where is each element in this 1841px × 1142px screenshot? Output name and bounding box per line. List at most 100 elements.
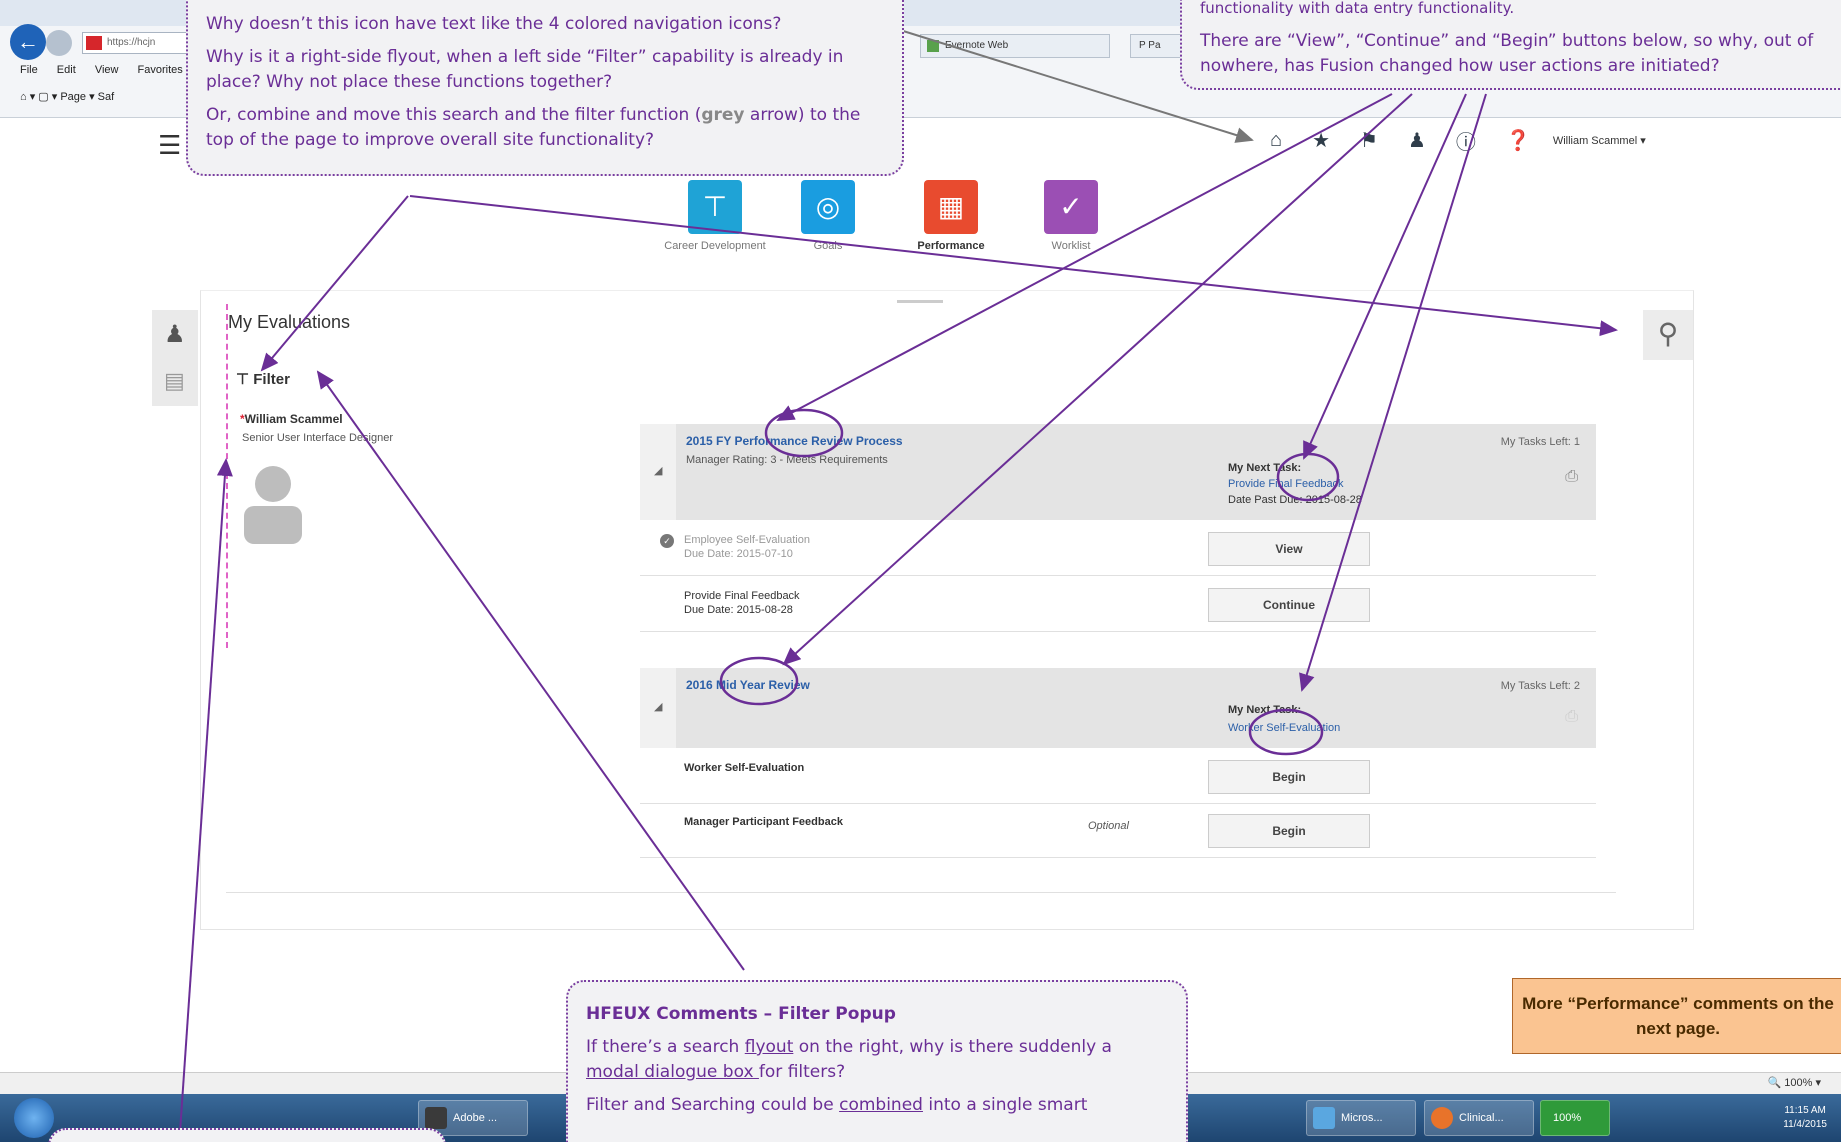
person-icon[interactable]: ♟ [1408, 128, 1426, 153]
forward-button[interactable] [46, 30, 72, 56]
annotation-filter-popup: HFEUX Comments – Filter Popup If there’s… [566, 980, 1188, 1142]
adobe-icon [425, 1107, 447, 1129]
person-tab-icon[interactable]: ♟ [164, 320, 186, 349]
task-due: Due Date: 2015-07-10 [684, 548, 793, 560]
evernote-icon [927, 40, 939, 52]
taskbar-label: Micros... [1341, 1112, 1383, 1124]
annotation-text-part: Or, combine and move this search and the… [206, 105, 702, 125]
filter-button[interactable]: ⊤ Filter [236, 370, 290, 388]
evaluation-group: ◢ 2015 FY Performance Review Process Man… [640, 424, 1596, 520]
clock[interactable]: 11:15 AM 11/4/2015 [1783, 1104, 1827, 1132]
performance-icon: ▦ [924, 180, 978, 234]
annotation-text: There are “View”, “Continue” and “Begin”… [1200, 31, 1814, 76]
continue-button[interactable]: Continue [1208, 588, 1370, 622]
menu-icon[interactable]: ☰ [158, 130, 181, 161]
annotation-text: Why is it a right-side flyout, when a le… [206, 47, 844, 92]
home-icon[interactable]: ⌂ [20, 91, 27, 103]
taskbar-item-microsoft[interactable]: Micros... [1306, 1100, 1416, 1136]
menu-view[interactable]: View [95, 64, 119, 76]
collapse-caret-icon[interactable]: ◢ [654, 464, 662, 477]
site-icon [86, 36, 102, 50]
search-flyout-button[interactable]: ⚲ [1643, 310, 1693, 360]
view-button[interactable]: View [1208, 532, 1370, 566]
user-menu[interactable]: William Scammel ▾ [1553, 134, 1646, 147]
taskbar-item-clinical[interactable]: Clinical... [1424, 1100, 1534, 1136]
nav-label: Performance [917, 240, 985, 252]
command-bar: ⌂ ▾ ▢ ▾ Page ▾ Saf [20, 91, 115, 103]
favorites-star-icon[interactable]: ★ [1312, 128, 1330, 153]
filter-label: Filter [253, 371, 290, 388]
clock-time: 11:15 AM [1784, 1105, 1826, 1116]
nav-worklist[interactable]: ✓ Worklist [1016, 180, 1126, 252]
next-task-heading: My Next Task: [1228, 704, 1302, 716]
nav-career-development[interactable]: ⊤ Career Development [660, 180, 770, 252]
task-row: ✓ Employee Self-Evaluation Due Date: 201… [640, 524, 1596, 576]
menu-favorites[interactable]: Favorites [138, 64, 183, 76]
start-button[interactable] [14, 1098, 54, 1138]
print-icon[interactable]: ⎙ [1565, 708, 1578, 726]
annotation-search-flyout: Why doesn’t this icon have text like the… [186, 0, 904, 176]
task-name: Employee Self-Evaluation [684, 534, 810, 546]
annotation-text-part: into a single smart [922, 1095, 1088, 1115]
annotation-text: Why doesn’t this icon have text like the… [206, 14, 782, 34]
goals-icon: ◎ [801, 180, 855, 234]
task-name: Manager Participant Feedback [684, 816, 843, 828]
next-task-link[interactable]: Provide Final Feedback [1228, 478, 1344, 490]
annotation-text-part: modal dialogue box [586, 1062, 759, 1082]
tasks-left: My Tasks Left: 1 [1500, 436, 1580, 448]
taskbar-label: Adobe ... [453, 1112, 498, 1124]
next-task-link[interactable]: Worker Self-Evaluation [1228, 722, 1340, 734]
avatar [244, 466, 302, 544]
menu-file[interactable]: File [20, 64, 38, 76]
home-icon[interactable]: ⌂ [1270, 129, 1282, 152]
begin-button[interactable]: Begin [1208, 760, 1370, 794]
completed-check-icon: ✓ [660, 534, 674, 548]
collapse-caret-icon[interactable]: ◢ [654, 700, 662, 713]
section-navigation: ⊤ Career Development ◎ Goals ▦ Performan… [660, 180, 1130, 260]
filter-panel-edge [226, 304, 228, 648]
info-icon[interactable]: ⓘ [1456, 126, 1476, 155]
zoom-control[interactable]: 🔍 100% ▾ [1768, 1076, 1821, 1089]
tab-evernote[interactable]: Evernote Web [920, 34, 1110, 58]
group-title[interactable]: 2016 Mid Year Review [686, 678, 810, 692]
document-tab-icon[interactable]: ▤ [164, 368, 185, 394]
group-subtitle: Manager Rating: 3 - Meets Requirements [686, 454, 888, 466]
person-name-text: William Scammel [244, 412, 343, 426]
annotation-text: If there’s a search flyout on the right,… [586, 1035, 1168, 1085]
flag-icon[interactable]: ⚑ [1360, 128, 1378, 153]
search-icon: ⚲ [1657, 318, 1679, 349]
annotation-text-part: grey [701, 105, 745, 125]
annotation-text: Or, combine and move this search and the… [206, 103, 884, 153]
task-row: Manager Participant Feedback Optional Be… [640, 806, 1596, 858]
next-task-heading: My Next Task: [1228, 462, 1302, 474]
menu-edit[interactable]: Edit [57, 64, 76, 76]
tab-label: Evernote Web [945, 40, 1009, 51]
worklist-icon: ✓ [1044, 180, 1098, 234]
page-menu[interactable]: Page ▾ Saf [60, 91, 114, 103]
nav-performance[interactable]: ▦ Performance [896, 180, 1006, 252]
annotation-filter-edge [48, 1128, 446, 1142]
begin-button[interactable]: Begin [1208, 814, 1370, 848]
taskbar-label: 100% [1553, 1112, 1582, 1124]
annotation-text-part: flyout [744, 1037, 794, 1057]
group-title[interactable]: 2015 FY Performance Review Process [686, 434, 903, 448]
person-name: *William Scammel [240, 412, 343, 426]
tasks-left: My Tasks Left: 2 [1500, 680, 1580, 692]
help-icon[interactable]: ❓ [1506, 128, 1531, 153]
firefox-icon [1431, 1107, 1453, 1129]
nav-goals[interactable]: ◎ Goals [773, 180, 883, 252]
task-row: Worker Self-Evaluation Begin [640, 752, 1596, 804]
back-button[interactable]: ← [10, 24, 46, 60]
next-page-note: More “Performance” comments on the next … [1512, 978, 1841, 1054]
annotation-heading: HFEUX Comments – Filter Popup [586, 1004, 896, 1024]
annotation-text: functionality with data entry functional… [1200, 0, 1515, 17]
annotation-text-part: for filters? [758, 1062, 846, 1082]
annotation-text-part: If there’s a search [586, 1037, 745, 1057]
clock-date: 11/4/2015 [1783, 1119, 1827, 1130]
task-due: Due Date: 2015-08-28 [684, 604, 793, 616]
print-icon[interactable]: ⎙ [1565, 468, 1578, 486]
global-header-icons: ⌂ ★ ⚑ ♟ ⓘ ❓ William Scammel ▾ [1270, 126, 1646, 155]
annotation-next-task: functionality with data entry functional… [1180, 0, 1841, 90]
evaluation-group: ◢ 2016 Mid Year Review My Tasks Left: 2 … [640, 668, 1596, 748]
taskbar-item-zoom[interactable]: 100% [1540, 1100, 1610, 1136]
